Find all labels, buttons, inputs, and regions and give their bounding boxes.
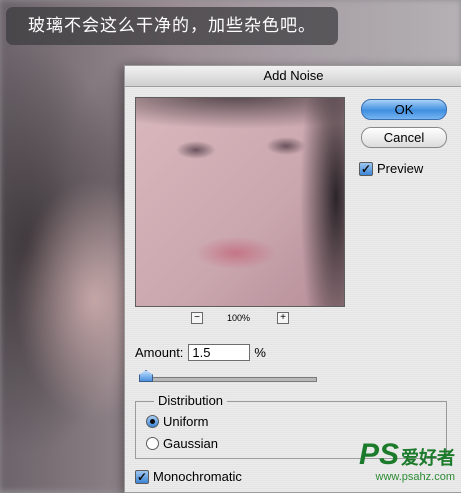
radio-gaussian-label: Gaussian bbox=[163, 436, 218, 451]
watermark-logo: PS 爱好者 www.psahz.com bbox=[359, 440, 455, 484]
watermark-url: www.psahz.com bbox=[375, 471, 455, 483]
amount-unit: % bbox=[254, 345, 266, 360]
zoom-in-icon[interactable]: + bbox=[277, 312, 289, 324]
zoom-out-icon[interactable]: − bbox=[191, 312, 203, 324]
cancel-button[interactable]: Cancel bbox=[361, 127, 447, 148]
radio-uniform[interactable]: Uniform bbox=[146, 414, 209, 429]
radio-empty-icon[interactable] bbox=[146, 437, 159, 450]
amount-row: Amount: % bbox=[135, 343, 266, 362]
checkmark-icon[interactable]: ✓ bbox=[135, 469, 149, 484]
watermark-brand-cn: 爱好者 bbox=[401, 448, 455, 468]
monochromatic-label: Monochromatic bbox=[153, 469, 242, 484]
caption-banner: 玻璃不会这么干净的，加些杂色吧。 bbox=[6, 7, 338, 45]
dialog-title: Add Noise bbox=[125, 66, 461, 87]
distribution-legend: Distribution bbox=[154, 393, 228, 408]
ok-button[interactable]: OK bbox=[361, 99, 447, 120]
zoom-controls: − 100% + bbox=[191, 312, 291, 324]
radio-dot-icon[interactable] bbox=[146, 415, 159, 428]
amount-input[interactable] bbox=[188, 344, 251, 361]
preview-label: Preview bbox=[377, 161, 424, 176]
zoom-level: 100% bbox=[227, 313, 251, 323]
checkmark-icon[interactable]: ✓ bbox=[359, 161, 373, 176]
caption-text: 玻璃不会这么干净的，加些杂色吧。 bbox=[28, 16, 316, 35]
watermark-brand: PS bbox=[358, 438, 399, 471]
amount-label: Amount: bbox=[135, 345, 184, 360]
add-noise-dialog: Add Noise − 100% + OK Cancel ✓ Preview A… bbox=[124, 65, 461, 493]
preview-checkbox-row[interactable]: ✓ Preview bbox=[359, 161, 423, 176]
radio-gaussian[interactable]: Gaussian bbox=[146, 436, 218, 451]
preview-image[interactable] bbox=[135, 97, 345, 307]
slider-thumb-icon[interactable] bbox=[139, 370, 153, 382]
monochromatic-checkbox-row[interactable]: ✓ Monochromatic bbox=[135, 469, 242, 484]
amount-slider[interactable] bbox=[141, 377, 317, 382]
radio-uniform-label: Uniform bbox=[163, 414, 209, 429]
